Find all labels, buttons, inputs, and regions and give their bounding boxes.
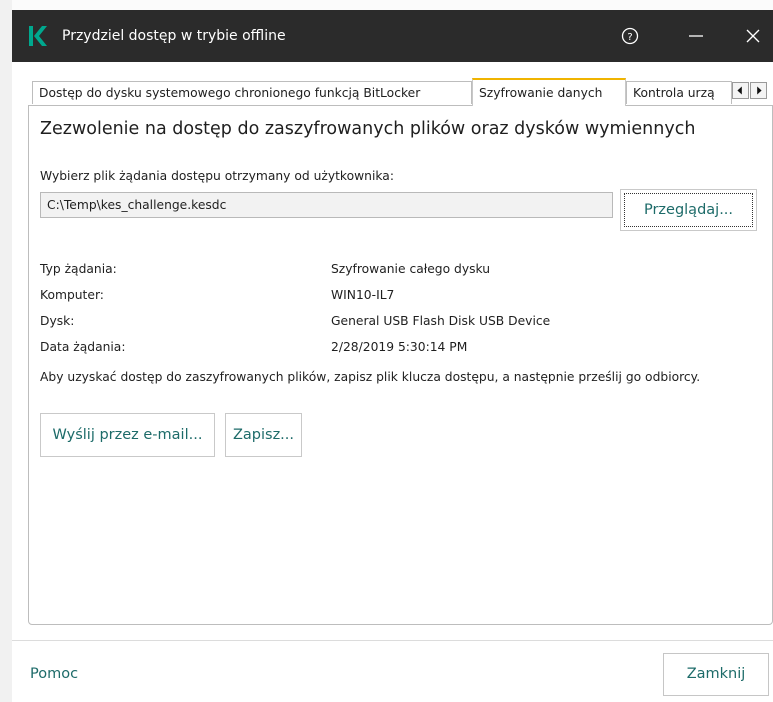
window-title: Przydziel dostęp w trybie offline <box>62 28 286 44</box>
help-link[interactable]: Pomoc <box>30 666 78 682</box>
tab-device-control[interactable]: Kontrola urzą <box>626 81 732 104</box>
detail-label-request-type: Typ żądania: <box>40 262 117 276</box>
send-email-button[interactable]: Wyślij przez e-mail... <box>40 413 215 457</box>
tab-panel: Zezwolenie na dostęp do zaszyfrowanych p… <box>28 105 773 625</box>
info-text: Aby uzyskać dostęp do zaszyfrowanych pli… <box>40 370 701 384</box>
save-button[interactable]: Zapisz... <box>225 413 302 457</box>
detail-value-request-type: Szyfrowanie całego dysku <box>331 262 491 276</box>
svg-text:?: ? <box>627 32 632 43</box>
title-bar: Przydziel dostęp w trybie offline ? <box>12 10 773 62</box>
arrow-right-icon[interactable] <box>750 82 767 99</box>
arrow-left-icon[interactable] <box>732 82 749 99</box>
detail-value-computer: WIN10-IL7 <box>331 288 395 302</box>
help-circle-icon[interactable]: ? <box>620 26 640 46</box>
file-label: Wybierz plik żądania dostępu otrzymany o… <box>40 169 394 183</box>
detail-value-disk: General USB Flash Disk USB Device <box>331 314 551 328</box>
dialog-body: Dostęp do dysku systemowego chronionego … <box>12 62 773 702</box>
detail-label-computer: Komputer: <box>40 288 104 302</box>
detail-value-request-date: 2/28/2019 5:30:14 PM <box>331 340 468 354</box>
focus-outline <box>624 193 753 227</box>
tab-bitlocker[interactable]: Dostęp do dysku systemowego chronionego … <box>32 81 472 104</box>
panel-heading: Zezwolenie na dostęp do zaszyfrowanych p… <box>40 119 696 139</box>
tab-data-encryption[interactable]: Szyfrowanie danych <box>472 78 626 106</box>
detail-label-request-date: Data żądania: <box>40 340 126 354</box>
detail-label-disk: Dysk: <box>40 314 75 328</box>
minimize-icon[interactable] <box>684 26 708 46</box>
kaspersky-logo-icon <box>29 26 47 46</box>
footer-divider <box>12 640 773 641</box>
browse-button[interactable]: Przeglądaj... <box>620 189 757 231</box>
background-strip <box>0 0 12 702</box>
tab-strip: Dostęp do dysku systemowego chronionego … <box>12 78 773 106</box>
file-path-field[interactable]: C:\Temp\kes_challenge.kesdc <box>40 192 613 218</box>
close-button[interactable]: Zamknij <box>663 653 769 696</box>
close-icon[interactable] <box>742 26 764 46</box>
